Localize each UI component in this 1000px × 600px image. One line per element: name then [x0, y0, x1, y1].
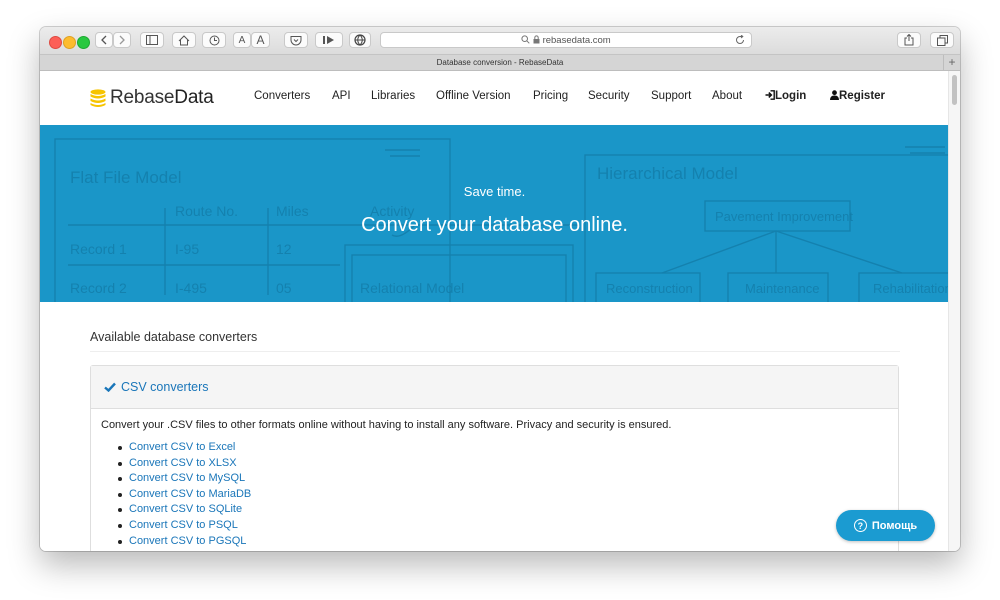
bg-rehabilitation-label: Rehabilitation [873, 281, 949, 296]
chevron-left-icon [101, 35, 107, 45]
lock-icon [533, 35, 540, 44]
list-item: Convert CSV to MariaDB [101, 487, 888, 503]
nav-libraries[interactable]: Libraries [371, 90, 415, 102]
hero-kicker: Save time. [463, 184, 526, 199]
csv-converters-panel: CSV converters Convert your .CSV files t… [90, 365, 899, 551]
bg-record2-route: I-495 [175, 280, 207, 296]
nav-pricing[interactable]: Pricing [533, 90, 568, 102]
panel-title: CSV converters [121, 380, 209, 394]
reload-icon[interactable] [735, 35, 745, 45]
converter-link[interactable]: Convert CSV to XLSX [129, 457, 237, 469]
section-divider [90, 351, 900, 352]
bg-record1-label: Record 1 [70, 241, 127, 257]
hero-headline: Convert your database online. [361, 214, 628, 236]
logo-part2: Data [174, 87, 214, 108]
nav-about[interactable]: About [712, 90, 742, 102]
address-url: rebasedata.com [381, 35, 751, 46]
bg-reconstruction-label: Reconstruction [606, 281, 693, 296]
globe-icon [354, 34, 366, 46]
show-tabs-button[interactable] [930, 32, 954, 48]
converter-link-list: Convert CSV to Excel Convert CSV to XLSX… [101, 440, 888, 549]
converter-link[interactable]: Convert CSV to Excel [129, 441, 235, 453]
site-logo[interactable]: RebaseData [90, 87, 214, 109]
database-stack-icon [90, 88, 106, 107]
question-circle-icon: ? [853, 519, 867, 532]
nav-security[interactable]: Security [588, 90, 630, 102]
converter-link[interactable]: Convert CSV to SQLite [129, 503, 242, 515]
bg-hierarchical-label: Hierarchical Model [597, 164, 738, 183]
nav-api[interactable]: API [332, 90, 351, 102]
hero-banner: Flat File Model Route No. Miles Activity… [40, 125, 949, 302]
help-chat-button[interactable]: ? Помощь [836, 510, 935, 541]
panel-header[interactable]: CSV converters [91, 366, 898, 409]
clock-icon [209, 35, 219, 45]
web-page: RebaseData Converters API Libraries Offl… [40, 71, 949, 551]
nav-register[interactable]: Register [830, 90, 885, 102]
sidebar-button[interactable] [140, 32, 164, 48]
minimize-window-button[interactable] [63, 36, 76, 49]
list-item: Convert CSV to MySQL [101, 471, 888, 487]
panel-description: Convert your .CSV files to other formats… [101, 419, 672, 431]
bg-record1-route: I-95 [175, 241, 199, 257]
browser-window: A A rebasedata.com Database conversion -… [40, 27, 960, 551]
sign-in-icon [765, 90, 775, 100]
new-tab-button[interactable]: + [943, 55, 960, 70]
media-button[interactable] [315, 32, 343, 48]
converter-link[interactable]: Convert CSV to PGSQL [129, 535, 246, 547]
nav-converters[interactable]: Converters [254, 90, 310, 102]
tab-bar: Database conversion - RebaseData + [40, 55, 960, 71]
search-icon [521, 35, 530, 44]
list-item: Convert CSV to PGSQL [101, 534, 888, 550]
list-item: Convert CSV to PSQL [101, 518, 888, 534]
forward-button[interactable] [113, 32, 131, 48]
user-icon [830, 90, 839, 100]
nav-register-label: Register [839, 90, 886, 102]
text-larger-button[interactable]: A [251, 32, 270, 48]
scrollbar-thumb[interactable] [952, 75, 957, 105]
tab-title[interactable]: Database conversion - RebaseData [437, 58, 564, 67]
list-item: Convert CSV to Excel [101, 440, 888, 456]
pocket-button[interactable] [284, 32, 308, 48]
tabs-icon [936, 34, 948, 46]
home-icon [178, 34, 190, 45]
sidebar-icon [146, 35, 158, 45]
logo-part1: Rebase [110, 87, 175, 108]
nav-offline-version[interactable]: Offline Version [436, 90, 511, 102]
address-bar[interactable]: rebasedata.com [380, 32, 752, 48]
help-label: Помощь [871, 519, 918, 532]
bg-maintenance-label: Maintenance [745, 281, 819, 296]
bg-record2-miles: 05 [276, 280, 292, 296]
share-button[interactable] [897, 32, 921, 48]
site-header: RebaseData Converters API Libraries Offl… [40, 71, 949, 125]
history-button[interactable] [202, 32, 226, 48]
zoom-window-button[interactable] [77, 36, 90, 49]
logo-wordmark: RebaseData [110, 87, 214, 109]
share-icon [904, 34, 914, 46]
chevron-right-icon [119, 35, 125, 45]
converter-link[interactable]: Convert CSV to MySQL [129, 472, 245, 484]
panel-body: Convert your .CSV files to other formats… [91, 409, 898, 551]
section-title: Available database converters [90, 330, 258, 344]
bg-record1-miles: 12 [276, 241, 292, 257]
nav-login-label: Login [775, 90, 807, 102]
list-item: Convert CSV to XLSX [101, 456, 888, 472]
converter-link[interactable]: Convert CSV to PSQL [129, 519, 238, 531]
vpn-button[interactable] [349, 32, 371, 48]
list-item: Convert CSV to SQLite [101, 502, 888, 518]
close-window-button[interactable] [49, 36, 62, 49]
checkmark-icon [104, 382, 116, 392]
nav-login[interactable]: Login [765, 90, 806, 102]
browser-toolbar: A A rebasedata.com [40, 27, 960, 55]
text-smaller-button[interactable]: A [233, 32, 251, 48]
bg-relational-label: Relational Model [360, 280, 464, 296]
url-text: rebasedata.com [542, 35, 611, 46]
pocket-icon [290, 35, 302, 45]
vertical-scrollbar[interactable] [948, 71, 960, 551]
back-button[interactable] [95, 32, 113, 48]
nav-support[interactable]: Support [651, 90, 691, 102]
bg-record2-label: Record 2 [70, 280, 127, 296]
play-skip-icon [323, 36, 334, 44]
home-button[interactable] [172, 32, 196, 48]
converter-link[interactable]: Convert CSV to MariaDB [129, 488, 251, 500]
